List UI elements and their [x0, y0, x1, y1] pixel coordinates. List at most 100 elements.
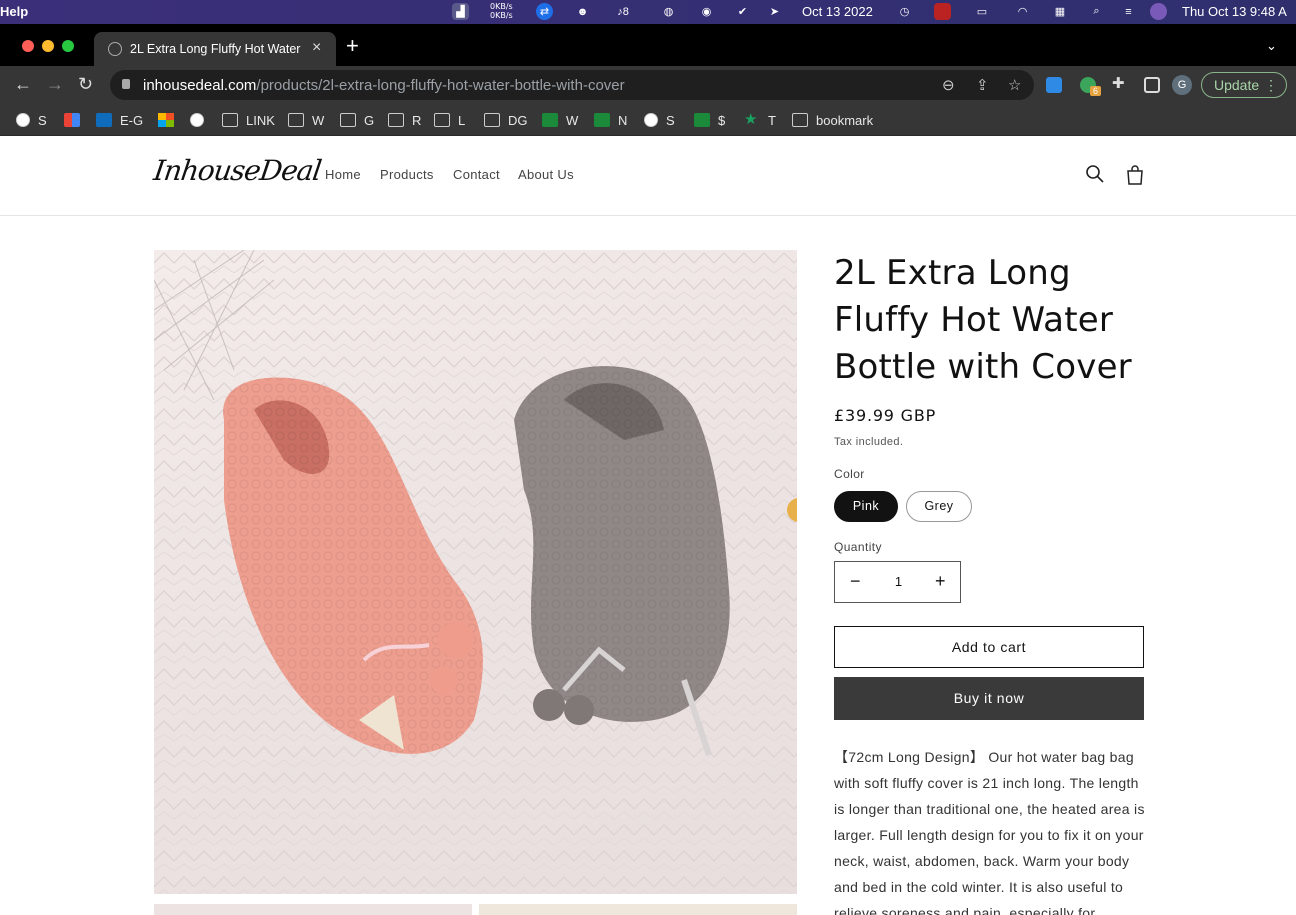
color-label: Color	[834, 467, 865, 481]
siri-icon[interactable]	[1150, 3, 1167, 20]
bookmark-item[interactable]: W	[542, 110, 578, 130]
tax-note: Tax included.	[834, 436, 904, 448]
bookmark-item[interactable]: W	[288, 110, 324, 130]
bookmark-item[interactable]: S	[16, 110, 47, 130]
forward-button[interactable]: →	[46, 74, 64, 94]
flag-us-icon[interactable]	[934, 3, 951, 20]
cart-icon[interactable]	[1125, 164, 1145, 186]
folder-icon	[340, 113, 356, 127]
bookmark-item[interactable]: ★ T	[744, 110, 776, 130]
product-image[interactable]	[154, 250, 797, 894]
extension-badge: 6	[1090, 86, 1102, 96]
cat-icon[interactable]: ☻	[574, 3, 591, 20]
extensions-puzzle-icon[interactable]: ✚	[1112, 74, 1128, 92]
bookmark-item[interactable]: LINK	[222, 110, 275, 130]
bookmark-label: W	[566, 112, 579, 128]
menubar-clock[interactable]: Thu Oct 13 9:48 A	[1182, 4, 1287, 19]
bookmark-label: R	[412, 112, 422, 128]
green-sheet-icon	[542, 113, 558, 127]
window-zoom-button[interactable]	[62, 40, 74, 52]
more-icon[interactable]: ⋮	[1264, 73, 1278, 97]
chevron-down-icon[interactable]: ⌄	[1266, 38, 1277, 54]
share-icon[interactable]: ⇪	[976, 76, 989, 94]
search-icon[interactable]	[1085, 164, 1105, 184]
window-close-button[interactable]	[22, 40, 34, 52]
help-menu[interactable]: Help	[0, 4, 28, 19]
bookmark-label: E-G	[120, 112, 144, 128]
thumbnail-1[interactable]	[154, 904, 472, 915]
folder-icon	[484, 113, 500, 127]
network-speed: 0KB/s 0KB/s	[490, 2, 513, 20]
lock-icon[interactable]	[122, 79, 130, 89]
gmail-icon	[64, 113, 80, 127]
bookmark-label: N	[618, 112, 628, 128]
bookmark-label: G	[364, 112, 375, 128]
site-header: InhouseDeal Home Products Contact About …	[0, 136, 1296, 216]
side-panel-icon[interactable]	[1144, 77, 1160, 93]
quantity-increase-button[interactable]: +	[935, 571, 946, 592]
bookmark-item[interactable]: R	[388, 110, 421, 130]
download-extension-icon[interactable]	[1046, 77, 1062, 93]
bookmark-item[interactable]: DG	[484, 110, 528, 130]
zoom-icon[interactable]: ⊖	[942, 76, 955, 94]
color-option-pink[interactable]: Pink	[834, 491, 898, 522]
profile-avatar[interactable]: G	[1172, 75, 1192, 95]
browser-tab-strip: 2L Extra Long Fluffy Hot Water × + ⌄	[0, 24, 1296, 66]
location-icon[interactable]: ➤	[766, 3, 783, 20]
window-minimize-button[interactable]	[42, 40, 54, 52]
product-price: £39.99 GBP	[834, 406, 937, 425]
bookmark-item[interactable]: N	[594, 110, 627, 130]
bookmark-item[interactable]	[158, 110, 182, 130]
bookmark-item[interactable]: S	[644, 110, 675, 130]
app-icon[interactable]: ▟	[452, 3, 469, 20]
nav-about-us[interactable]: About Us	[518, 167, 574, 182]
thumbnail-2[interactable]	[479, 904, 797, 915]
wechat-icon[interactable]: ◍	[660, 3, 677, 20]
tab-close-icon[interactable]: ×	[312, 39, 321, 57]
quantity-label: Quantity	[834, 540, 882, 554]
nav-products[interactable]: Products	[380, 167, 434, 182]
control-center-icon[interactable]: ≡	[1120, 3, 1137, 20]
address-bar[interactable]: inhousedeal.com/products/2l-extra-long-f…	[110, 70, 1034, 100]
bookmark-label: S	[38, 112, 47, 128]
star-icon: ★	[744, 111, 758, 128]
keyboard-icon[interactable]: ▦	[1050, 3, 1070, 20]
add-to-cart-button[interactable]: Add to cart	[834, 626, 1144, 668]
bookmark-star-icon[interactable]: ☆	[1008, 76, 1021, 94]
update-button[interactable]: Update ⋮	[1201, 72, 1287, 98]
globe-icon	[644, 113, 658, 127]
time-machine-icon[interactable]: ◷	[896, 3, 913, 20]
url-text[interactable]: inhousedeal.com/products/2l-extra-long-f…	[143, 77, 625, 94]
battery-icon[interactable]: ▭	[970, 3, 994, 20]
bookmark-item[interactable]: L	[434, 110, 465, 130]
bookmark-item[interactable]: bookmark	[792, 110, 873, 130]
bookmark-item[interactable]: E-G	[96, 110, 143, 130]
wifi-icon[interactable]: ◠	[1014, 3, 1031, 20]
folder-icon	[388, 113, 404, 127]
nav-contact[interactable]: Contact	[453, 167, 500, 182]
bookmark-item[interactable]: G	[340, 110, 374, 130]
new-tab-button[interactable]: +	[346, 35, 359, 57]
back-button[interactable]: ←	[14, 74, 32, 94]
reload-button[interactable]: ↻	[78, 74, 93, 94]
bookmark-item[interactable]	[190, 110, 212, 130]
bookmark-item[interactable]	[64, 110, 88, 130]
store-logo[interactable]: InhouseDeal	[152, 154, 323, 187]
color-option-grey[interactable]: Grey	[906, 491, 972, 522]
line-icon[interactable]: ◉	[698, 3, 715, 20]
folder-icon	[792, 113, 808, 127]
bookmark-label: LINK	[246, 112, 275, 128]
notification-icon[interactable]: ♪ 8	[610, 3, 636, 20]
teamviewer-icon[interactable]: ⇄	[536, 3, 553, 20]
nav-home[interactable]: Home	[325, 167, 361, 182]
buy-now-button[interactable]: Buy it now	[834, 677, 1144, 720]
globe-icon	[190, 113, 204, 127]
spotlight-icon[interactable]: ⌕	[1088, 3, 1105, 20]
bookmark-item[interactable]: $	[694, 110, 725, 130]
macos-menubar: Help ▟ 0KB/s 0KB/s ⇄ ☻ ♪ 8 ◍ ◉ ✔ ➤ Oct 13 …	[0, 0, 1296, 24]
check-icon[interactable]: ✔	[734, 3, 751, 20]
bookmarks-bar: S E-G LINK W G R L DG W N S $ ★ Tbookmark	[0, 104, 1296, 136]
bookmark-label: $	[718, 112, 726, 128]
store-page: InhouseDeal Home Products Contact About …	[0, 136, 1296, 915]
browser-tab[interactable]: 2L Extra Long Fluffy Hot Water ×	[94, 32, 336, 66]
